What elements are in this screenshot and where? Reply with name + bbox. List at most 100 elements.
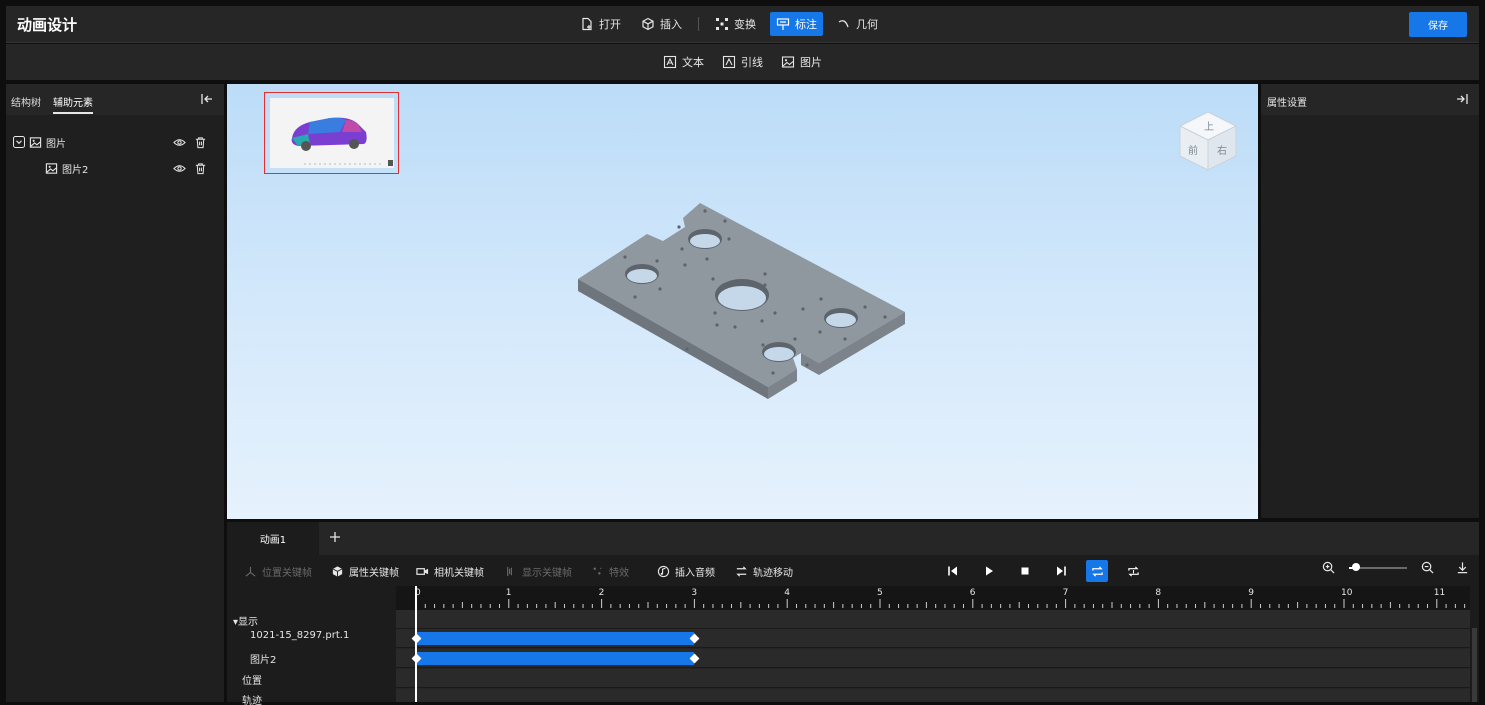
delete-trash-icon[interactable] bbox=[194, 136, 207, 149]
subtool-image[interactable]: 图片 bbox=[781, 54, 822, 70]
tool-annotation-label: 标注 bbox=[795, 18, 817, 31]
image-icon bbox=[781, 55, 795, 69]
position-key-icon bbox=[244, 565, 257, 578]
tool-open[interactable]: 打开 bbox=[574, 12, 627, 36]
tree-item-image[interactable]: 图片 bbox=[13, 132, 217, 152]
position-keyframe-label: 位置关键帧 bbox=[262, 568, 312, 579]
cube-icon bbox=[331, 565, 344, 578]
file-open-icon bbox=[580, 17, 594, 31]
image-annotation-selected[interactable] bbox=[264, 92, 399, 174]
car-image-thumbnail bbox=[270, 98, 394, 168]
zoom-in-icon[interactable] bbox=[1322, 561, 1335, 574]
time-ruler[interactable]: 0 1 2 3 4 5 6 7 8 9 10 11 bbox=[396, 586, 1470, 610]
3d-viewport[interactable]: 上 前 右 bbox=[227, 84, 1258, 519]
subtool-leader[interactable]: 引线 bbox=[722, 54, 763, 70]
expand-toggle-icon[interactable] bbox=[13, 136, 25, 148]
download-icon[interactable] bbox=[1456, 561, 1469, 574]
add-animation-icon[interactable] bbox=[328, 530, 342, 544]
collapse-right-icon[interactable] bbox=[1455, 92, 1469, 106]
display-key-icon bbox=[504, 565, 517, 578]
property-keyframe-button[interactable]: 属性关键帧 bbox=[331, 564, 399, 579]
zoom-slider-handle[interactable] bbox=[1351, 562, 1360, 571]
left-panel-tabs: 结构树 辅助元素 bbox=[6, 84, 224, 115]
display-keyframe-label: 显示关键帧 bbox=[522, 568, 572, 579]
keyframe-range-bar[interactable] bbox=[416, 632, 695, 645]
track-lane-display[interactable] bbox=[396, 610, 1470, 629]
camera-keyframe-button[interactable]: 相机关键帧 bbox=[416, 564, 484, 579]
animation-timeline: 动画1 位置关键帧 属性关键帧 相机关键帧 显示关键帧 特效 插入音频 轨迹移动… bbox=[227, 522, 1479, 705]
zoom-out-icon[interactable] bbox=[1421, 561, 1434, 574]
tab-auxiliary-elements[interactable]: 辅助元素 bbox=[53, 94, 93, 114]
tool-geometry[interactable]: 几何 bbox=[831, 12, 884, 36]
timeline-zoom bbox=[1322, 561, 1469, 574]
stop-icon[interactable] bbox=[1014, 560, 1036, 582]
zoom-slider[interactable] bbox=[1349, 562, 1407, 571]
step-backward-icon[interactable] bbox=[942, 560, 964, 582]
track-lane-trajectory[interactable] bbox=[396, 689, 1470, 702]
keyframe-range-bar[interactable] bbox=[416, 652, 695, 665]
tree-item-image2[interactable]: 图片2 bbox=[45, 158, 217, 178]
ruler-tick-label: 1 bbox=[506, 588, 512, 598]
track-move-label: 轨迹移动 bbox=[753, 568, 793, 579]
play-icon[interactable] bbox=[978, 560, 1000, 582]
tool-transform[interactable]: 变换 bbox=[709, 12, 762, 36]
tab-structure-tree[interactable]: 结构树 bbox=[11, 94, 41, 109]
view-cube[interactable]: 上 前 右 bbox=[1176, 108, 1240, 174]
3d-model-plate[interactable] bbox=[575, 199, 910, 404]
ruler-tick-label: 4 bbox=[784, 588, 790, 598]
track-move-button[interactable]: 轨迹移动 bbox=[735, 564, 793, 579]
camera-keyframe-label: 相机关键帧 bbox=[434, 568, 484, 579]
display-keyframe-button[interactable]: 显示关键帧 bbox=[504, 564, 572, 579]
image-icon bbox=[29, 136, 42, 149]
subtool-leader-label: 引线 bbox=[741, 56, 763, 69]
loop-icon[interactable] bbox=[1086, 560, 1108, 582]
tool-insert[interactable]: 插入 bbox=[635, 12, 688, 36]
tool-annotation[interactable]: 标注 bbox=[770, 12, 823, 36]
track-label-part[interactable]: 1021-15_8297.prt.1 bbox=[250, 630, 349, 641]
collapse-left-icon[interactable] bbox=[200, 92, 214, 106]
property-keyframe-label: 属性关键帧 bbox=[349, 568, 399, 579]
playhead[interactable] bbox=[415, 586, 417, 702]
tab-animation-1[interactable]: 动画1 bbox=[227, 522, 319, 555]
track-label-position[interactable]: 位置 bbox=[242, 672, 262, 687]
delete-trash-icon[interactable] bbox=[194, 162, 207, 175]
subtool-text[interactable]: 文本 bbox=[663, 54, 704, 70]
ruler-tick-label: 2 bbox=[599, 588, 605, 598]
track-lane-part[interactable] bbox=[396, 629, 1470, 648]
effect-icon bbox=[591, 565, 604, 578]
tool-open-label: 打开 bbox=[599, 18, 621, 31]
step-forward-icon[interactable] bbox=[1050, 560, 1072, 582]
view-cube-top-label: 上 bbox=[1204, 121, 1214, 133]
ruler-tick-label: 9 bbox=[1248, 588, 1254, 598]
visibility-eye-icon[interactable] bbox=[173, 136, 186, 149]
timeline-scrollbar[interactable] bbox=[1470, 586, 1479, 702]
save-button[interactable]: 保存 bbox=[1409, 12, 1467, 37]
position-keyframe-button[interactable]: 位置关键帧 bbox=[244, 564, 312, 579]
tool-transform-label: 变换 bbox=[734, 18, 756, 31]
play-once-icon[interactable] bbox=[1122, 560, 1144, 582]
track-label-image2[interactable]: 图片2 bbox=[250, 651, 276, 666]
app-title: 动画设计 bbox=[17, 16, 78, 34]
subtool-text-label: 文本 bbox=[682, 56, 704, 69]
track-lane-image2[interactable] bbox=[396, 649, 1470, 668]
timeline-scrollbar-thumb[interactable] bbox=[1472, 628, 1477, 702]
ruler-tick-label: 11 bbox=[1434, 588, 1445, 598]
cube-icon bbox=[641, 17, 655, 31]
camera-icon bbox=[416, 565, 429, 578]
track-label-display[interactable]: ▾显示 bbox=[233, 613, 258, 628]
track-area[interactable]: 0 1 2 3 4 5 6 7 8 9 10 11 bbox=[396, 586, 1470, 702]
animation-tabs: 动画1 bbox=[227, 522, 1479, 555]
ruler-tick-label: 6 bbox=[970, 588, 976, 598]
ruler-tick-label: 3 bbox=[691, 588, 697, 598]
visibility-eye-icon[interactable] bbox=[173, 162, 186, 175]
arc-icon bbox=[837, 17, 851, 31]
left-panel: 结构树 辅助元素 图片 图片2 bbox=[6, 84, 224, 702]
effect-button[interactable]: 特效 bbox=[591, 564, 629, 579]
insert-audio-button[interactable]: 插入音频 bbox=[657, 564, 715, 579]
property-panel-title: 属性设置 bbox=[1267, 98, 1307, 109]
time-ruler-ticks: 0 1 2 3 4 5 6 7 8 9 10 11 bbox=[415, 588, 1466, 608]
annotation-icon bbox=[776, 17, 790, 31]
track-label-trajectory[interactable]: 轨迹 bbox=[242, 692, 262, 705]
track-lane-position[interactable] bbox=[396, 669, 1470, 688]
ruler-tick-label: 10 bbox=[1341, 588, 1353, 598]
